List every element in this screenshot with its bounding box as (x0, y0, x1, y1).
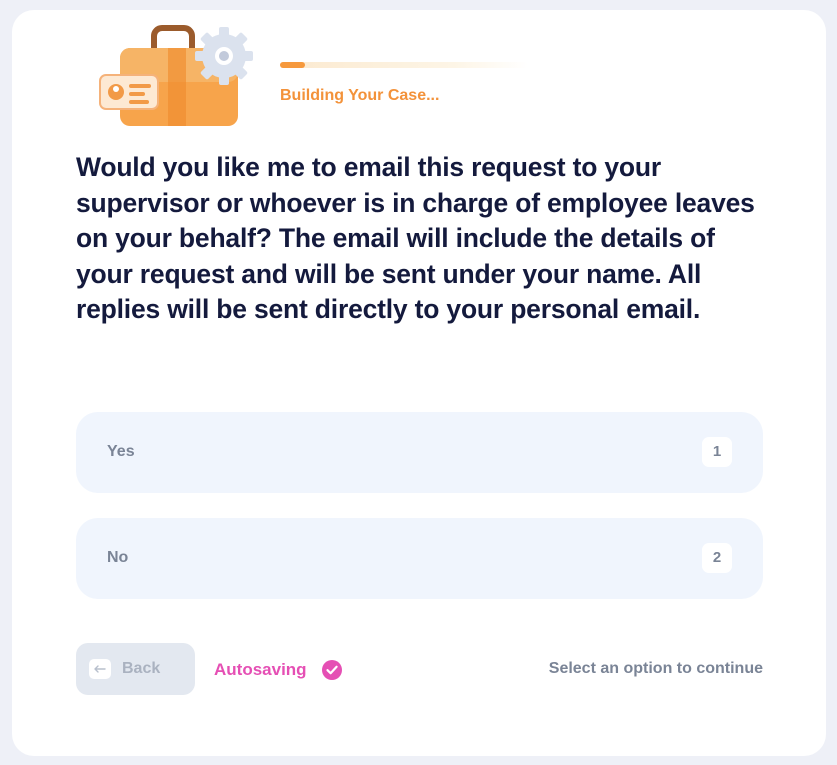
status-text: Building Your Case... (280, 87, 440, 104)
option-label: No (107, 549, 129, 566)
form-card: Building Your Case... Would you like me … (12, 10, 826, 756)
continue-hint: Select an option to continue (548, 660, 763, 677)
back-arrow-icon (89, 659, 111, 679)
option-yes[interactable]: Yes 1 (76, 412, 763, 493)
briefcase-illustration-icon (99, 25, 253, 126)
progress-fill (280, 62, 305, 68)
option-label: Yes (107, 443, 135, 460)
back-button[interactable]: Back (76, 643, 195, 695)
option-key-badge: 2 (702, 543, 732, 573)
progress-bar (280, 62, 528, 68)
question-text: Would you like me to email this request … (76, 152, 755, 324)
check-circle-icon (322, 660, 342, 680)
back-label: Back (122, 660, 161, 677)
autosave-status: Autosaving (214, 660, 307, 679)
option-no[interactable]: No 2 (76, 518, 763, 599)
option-key-badge: 1 (702, 437, 732, 467)
